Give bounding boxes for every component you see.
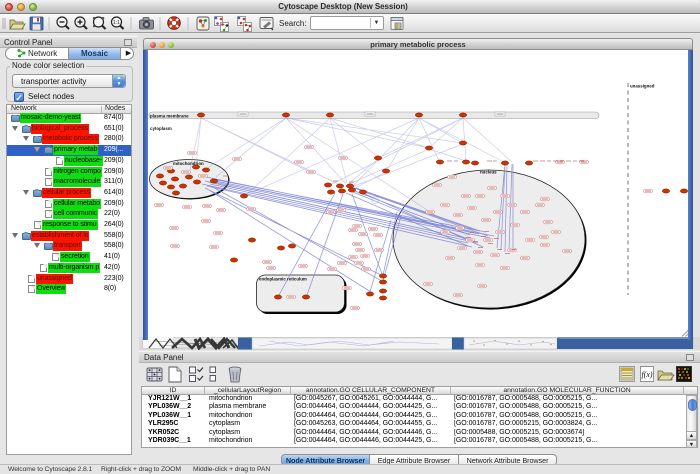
svg-text:plasma membrane: plasma membrane [150, 113, 189, 118]
svg-text:f(x): f(x) [641, 370, 652, 379]
svg-text:mitochondrion: mitochondrion [173, 161, 204, 166]
svg-text:cytoplasm: cytoplasm [150, 126, 172, 131]
svg-text:endoplasmic reticulum: endoplasmic reticulum [259, 277, 307, 282]
svg-text:unassigned: unassigned [630, 84, 655, 89]
svg-text:1:1: 1:1 [113, 20, 120, 26]
svg-text:nucleus: nucleus [480, 170, 497, 175]
